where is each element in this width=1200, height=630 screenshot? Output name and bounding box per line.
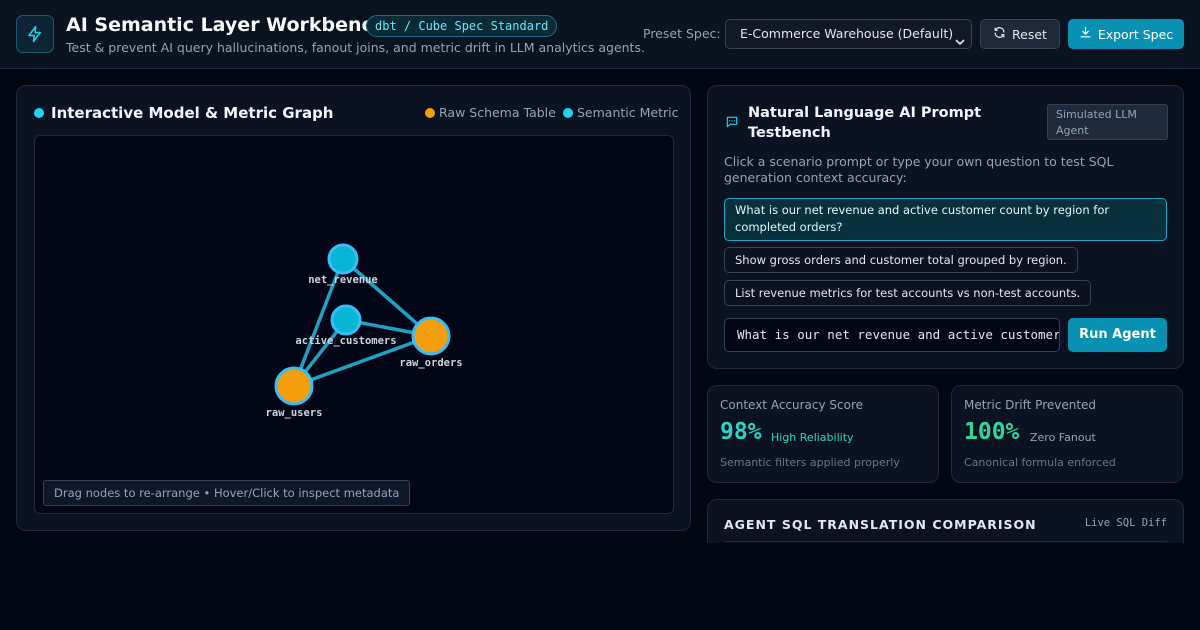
run-agent-button[interactable]: Run Agent [1068,318,1167,352]
legend-table-swatch [425,108,435,118]
download-icon [1079,26,1092,42]
graph-node-label-net_revenue: net_revenue [308,274,378,286]
stat-value: 98% [720,419,762,445]
graph-node-raw_users[interactable] [274,366,314,406]
graph-node-active_customers[interactable] [330,304,362,336]
preset-label: Preset Spec: [643,26,721,41]
graph-canvas[interactable]: net_revenue active_customers raw_ordersraw… [34,135,674,514]
scenario-prompt-1[interactable]: What is our net revenue and active custo… [724,198,1167,241]
chat-icon [725,114,739,133]
page-bottom-fade [700,543,1200,630]
lightning-icon [16,15,54,53]
stat-label: Metric Drift Prevented [964,398,1097,412]
export-button-label: Export Spec [1097,26,1174,42]
prompt-testbench-panel: Natural Language AI Prompt Testbench Sim… [707,85,1184,369]
prompt-description: Click a scenario prompt or type your own… [724,154,1114,185]
chevron-down-icon [955,29,965,57]
simulated-agent-badge: Simulated LLM Agent [1047,104,1168,140]
graph-panel-title: Interactive Model & Metric Graph [51,104,334,122]
graph-node-label-active_customers: active_customers [295,335,396,347]
graph-svg[interactable]: net_revenue active_customersraw_ordersraw… [35,136,674,514]
graph-node-label-raw_users: raw_users [266,407,323,419]
model-graph-panel: Interactive Model & Metric Graph Raw Sch… [16,85,691,531]
stat-value: 100% [964,419,1020,445]
metric-drift-card: Metric Drift Prevented 100% Zero Fanout … [951,385,1183,483]
scenario-prompt-3[interactable]: List revenue metrics for test accounts v… [724,280,1092,306]
divider [724,541,1167,542]
app-subtitle: Test & prevent AI query hallucinations, … [66,40,645,55]
reset-button[interactable]: Reset [980,19,1060,49]
graph-node-net_revenue[interactable] [327,243,359,275]
legend-metric-swatch [563,108,573,118]
graph-node-raw_orders[interactable] [411,316,451,356]
prompt-panel-title: Natural Language AI Prompt Testbench [748,105,982,141]
preset-select-value: E-Commerce Warehouse (Default) [740,26,954,41]
live-sql-diff-tag: Live SQL Diff [1084,517,1167,529]
preset-spec-select[interactable]: E-Commerce Warehouse (Default) [725,19,972,49]
app-title: AI Semantic Layer Workbench [66,14,387,36]
query-input[interactable]: What is our net revenue and active custo… [724,318,1060,352]
stat-tag: Zero Fanout [1030,431,1096,444]
legend-semantic-metric: Semantic Metric [577,105,679,120]
spec-standard-badge: dbt / Cube Spec Standard [366,15,558,37]
graph-hint: Drag nodes to re-arrange • Hover/Click t… [43,480,411,506]
export-spec-button[interactable]: Export Spec [1068,19,1184,49]
context-accuracy-card: Context Accuracy Score 98% High Reliabil… [707,385,939,483]
legend-raw-schema-table: Raw Schema Table [439,105,556,120]
stat-subtext: Canonical formula enforced [964,456,1116,469]
reset-button-label: Reset [1012,26,1047,42]
stat-tag: High Reliability [771,431,854,444]
app-header: AI Semantic Layer Workbench dbt / Cube S… [0,0,1200,69]
stat-label: Context Accuracy Score [720,398,864,412]
graph-node-label-raw_orders: raw_orders [399,357,462,369]
scenario-prompt-2[interactable]: Show gross orders and customer total gro… [724,247,1078,273]
refresh-icon [993,26,1006,42]
panel-status-dot [34,108,44,118]
stat-subtext: Semantic filters applied properly [720,456,900,469]
sql-panel-title: AGENT SQL TRANSLATION COMPARISON [724,517,1037,532]
